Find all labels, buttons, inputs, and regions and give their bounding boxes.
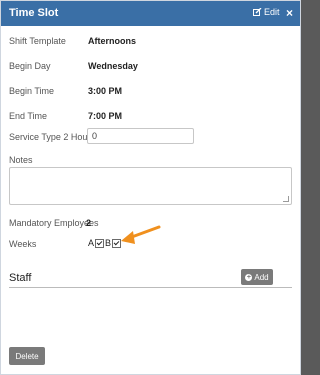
notes-textarea[interactable]	[9, 167, 292, 205]
week-b-label: B	[105, 238, 112, 248]
weeks-label: Weeks	[9, 239, 37, 249]
edit-icon	[253, 8, 262, 16]
begin-time-value: 3:00 PM	[88, 86, 123, 96]
notes-label: Notes	[9, 155, 33, 165]
plus-circle-icon: +	[245, 273, 253, 281]
begin-day-value: Wednesday	[88, 61, 138, 71]
edit-button[interactable]: Edit	[253, 7, 280, 17]
week-a-option[interactable]: A	[88, 238, 105, 248]
service-type-label: Service Type 2 Hours	[9, 132, 95, 142]
add-staff-button[interactable]: + Add	[241, 269, 273, 285]
resize-grip-icon[interactable]	[283, 196, 289, 202]
service-type-input[interactable]	[87, 128, 194, 144]
time-slot-modal: Time Slot Edit × Shift Template Afternoo…	[0, 0, 301, 375]
staff-divider	[9, 287, 292, 288]
mandatory-employees-value: 2	[86, 218, 92, 228]
end-time-label: End Time	[9, 111, 48, 121]
modal-header: Time Slot Edit ×	[1, 1, 300, 26]
week-a-checkbox[interactable]	[95, 238, 105, 248]
annotation-arrow-icon	[121, 225, 161, 244]
modal-title: Time Slot	[9, 7, 59, 19]
edit-button-label: Edit	[264, 7, 280, 17]
add-staff-label: Add	[254, 272, 269, 282]
staff-section-title: Staff	[9, 272, 32, 284]
week-a-label: A	[88, 238, 95, 248]
shift-template-label: Shift Template	[9, 36, 66, 46]
end-time-value: 7:00 PM	[88, 111, 123, 121]
begin-time-label: Begin Time	[9, 86, 55, 96]
delete-button[interactable]: Delete	[9, 347, 45, 365]
shift-template-value: Afternoons	[88, 36, 136, 46]
begin-day-label: Begin Day	[9, 61, 51, 71]
close-icon[interactable]: ×	[286, 6, 293, 20]
